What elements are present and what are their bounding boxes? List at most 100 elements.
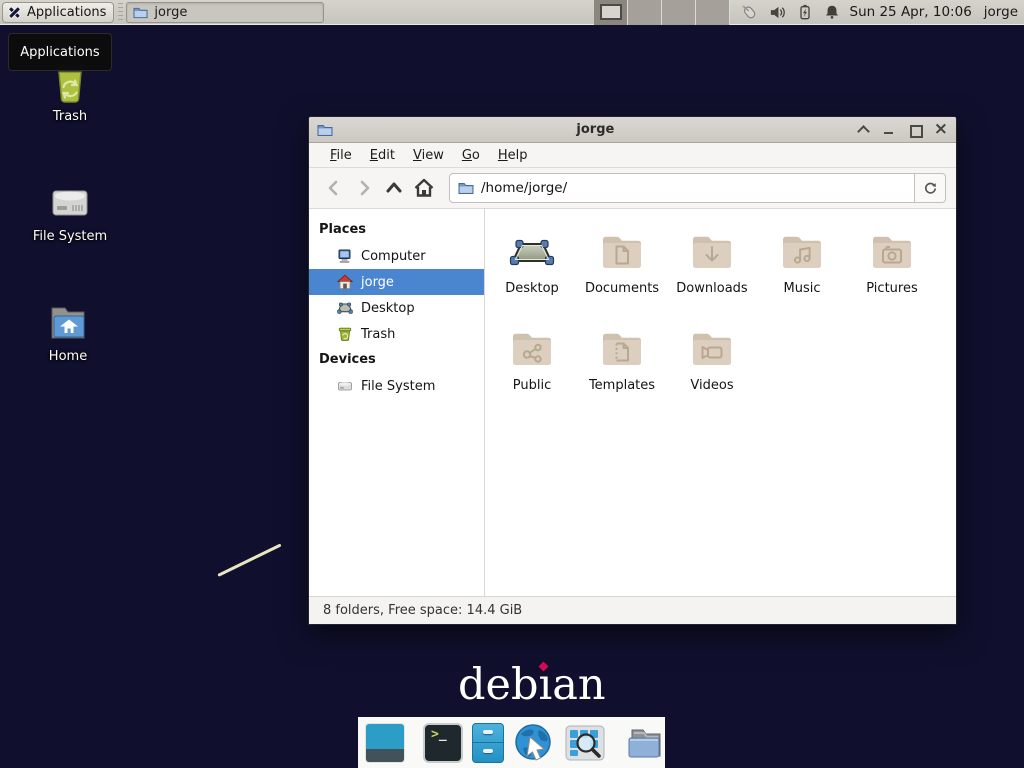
desktop-folder-icon <box>508 227 556 275</box>
file-label: Downloads <box>676 281 747 296</box>
statusbar: 8 folders, Free space: 14.4 GiB <box>309 596 956 624</box>
sidebar-item-desktop[interactable]: Desktop <box>309 295 484 321</box>
hard-drive-icon <box>46 178 94 226</box>
notifications-bell-icon[interactable] <box>824 4 840 20</box>
file-item-pictures[interactable]: Pictures <box>847 219 937 316</box>
sidebar-item-label: Desktop <box>361 301 415 316</box>
dock-web-browser-button[interactable] <box>513 722 555 764</box>
shade-button[interactable] <box>856 123 869 136</box>
file-cabinet-icon <box>472 723 504 763</box>
back-button[interactable] <box>319 173 349 203</box>
file-item-documents[interactable]: Documents <box>577 219 667 316</box>
desktop-icon-home[interactable]: Home <box>8 298 128 364</box>
applications-tooltip: Applications <box>8 33 112 71</box>
statusbar-text: 8 folders, Free space: 14.4 GiB <box>323 603 522 618</box>
videos-folder-icon <box>688 324 736 372</box>
file-list: Desktop Documents <box>485 209 956 596</box>
file-item-downloads[interactable]: Downloads <box>667 219 757 316</box>
menu-view[interactable]: View <box>404 145 453 166</box>
toolbar: /home/jorge/ <box>309 168 956 209</box>
dock: >_ <box>358 717 665 768</box>
debian-logo: debıan <box>458 660 606 710</box>
file-item-music[interactable]: Music <box>757 219 847 316</box>
path-text: /home/jorge/ <box>481 180 567 196</box>
workspace-3[interactable] <box>662 0 696 25</box>
sidebar-header-devices: Devices <box>309 347 484 373</box>
file-item-videos[interactable]: Videos <box>667 316 757 413</box>
window-title: jorge <box>335 122 856 137</box>
desktop-icon-file-system[interactable]: File System <box>10 178 130 244</box>
sidebar-item-label: jorge <box>361 275 394 290</box>
sidebar: Places Computer jorge Desktop Trash <box>309 209 485 596</box>
path-bar[interactable]: /home/jorge/ <box>449 173 915 203</box>
desktop-mini-icon <box>337 300 353 316</box>
close-button[interactable]: × <box>934 123 948 136</box>
dock-folder-icon <box>624 722 666 764</box>
taskbar-button-label: jorge <box>154 5 187 20</box>
taskbar-folder-icon <box>133 5 148 20</box>
forward-button[interactable] <box>349 173 379 203</box>
workspace-window-preview <box>600 4 622 20</box>
sidebar-item-computer[interactable]: Computer <box>309 243 484 269</box>
path-folder-icon <box>458 180 474 196</box>
volume-icon[interactable] <box>769 4 786 21</box>
show-desktop-icon <box>365 723 405 763</box>
file-label: Public <box>513 378 551 393</box>
input-device-icon[interactable] <box>740 3 758 21</box>
file-label: Music <box>784 281 821 296</box>
workspace-switcher <box>594 0 730 25</box>
file-label: Desktop <box>505 281 559 296</box>
sidebar-item-file-system[interactable]: File System <box>309 373 484 399</box>
applications-menu-label: Applications <box>27 5 106 20</box>
menubar: File Edit View Go Help <box>309 143 956 168</box>
up-button[interactable] <box>379 173 409 203</box>
reload-button[interactable] <box>915 173 946 203</box>
home-folder-icon <box>44 298 92 346</box>
applications-menu-button[interactable]: Applications <box>2 2 114 23</box>
maximize-button[interactable] <box>908 123 921 136</box>
stray-mark <box>217 543 281 576</box>
trash-mini-icon <box>337 326 353 342</box>
drive-mini-icon <box>337 378 353 394</box>
file-label: Videos <box>690 378 733 393</box>
dock-file-manager-button[interactable] <box>472 722 504 764</box>
computer-icon <box>337 248 353 264</box>
sidebar-item-label: File System <box>361 379 435 394</box>
desktop-icon-label: File System <box>10 229 130 244</box>
workspace-4[interactable] <box>696 0 730 25</box>
desktop: debıan Trash <box>0 0 1024 768</box>
music-folder-icon <box>778 227 826 275</box>
file-manager-window: jorge × File Edit View Go Help <box>308 116 957 625</box>
desktop-icon-label: Trash <box>10 109 130 124</box>
sidebar-item-jorge[interactable]: jorge <box>309 269 484 295</box>
sidebar-item-trash[interactable]: Trash <box>309 321 484 347</box>
panel-handle[interactable] <box>116 3 124 21</box>
templates-folder-icon <box>598 324 646 372</box>
panel-username: jorge <box>984 4 1018 20</box>
file-item-public[interactable]: Public <box>487 316 577 413</box>
dock-folder-button[interactable] <box>624 722 666 764</box>
menu-go[interactable]: Go <box>453 145 489 166</box>
window-titlebar[interactable]: jorge × <box>309 117 956 143</box>
pictures-folder-icon <box>868 227 916 275</box>
minimize-button[interactable] <box>882 123 895 136</box>
dock-app-finder-button[interactable] <box>564 722 606 764</box>
battery-charging-icon[interactable] <box>797 4 813 20</box>
file-label: Templates <box>589 378 655 393</box>
panel-clock[interactable]: Sun 25 Apr, 10:06 <box>850 4 972 20</box>
sidebar-header-places: Places <box>309 217 484 243</box>
dock-show-desktop-button[interactable] <box>365 722 405 764</box>
menu-edit[interactable]: Edit <box>361 145 404 166</box>
file-item-templates[interactable]: Templates <box>577 316 667 413</box>
dock-terminal-button[interactable]: >_ <box>423 722 463 764</box>
xfce-menu-icon <box>7 5 22 20</box>
sidebar-item-label: Computer <box>361 249 426 264</box>
menu-help[interactable]: Help <box>489 145 537 166</box>
taskbar-button-jorge[interactable]: jorge <box>126 2 324 23</box>
file-item-desktop[interactable]: Desktop <box>487 219 577 316</box>
home-button[interactable] <box>409 173 439 203</box>
file-label: Pictures <box>866 281 917 296</box>
menu-file[interactable]: File <box>321 145 361 166</box>
workspace-2[interactable] <box>628 0 662 25</box>
workspace-1[interactable] <box>594 0 628 25</box>
